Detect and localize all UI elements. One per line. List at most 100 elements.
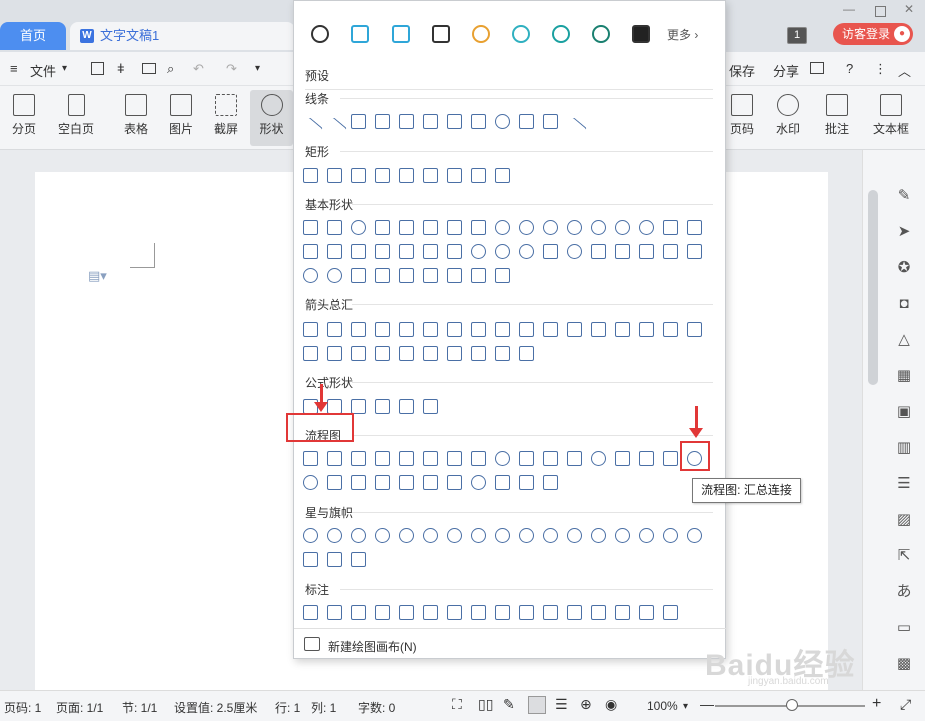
image-icon[interactable]: ▨ (893, 509, 915, 531)
translate-icon[interactable]: あ (893, 581, 915, 603)
shape-item[interactable] (351, 346, 366, 361)
zoom-out-icon[interactable]: — (700, 696, 714, 712)
shape-item[interactable] (447, 475, 462, 490)
shape-item[interactable] (447, 244, 462, 259)
badge-icon[interactable]: ✪ (893, 257, 915, 279)
shape-item[interactable] (375, 399, 390, 414)
shape-item[interactable] (375, 220, 390, 235)
shape-item[interactable] (567, 322, 582, 337)
new-canvas-footer[interactable]: 新建绘图画布(N) (294, 628, 727, 660)
shape-item[interactable] (351, 114, 366, 129)
shape-item[interactable] (591, 451, 606, 466)
shape-item[interactable] (543, 114, 558, 129)
status-col[interactable]: 列: 1 (311, 699, 336, 716)
shape-item[interactable] (471, 605, 486, 620)
shape-item[interactable] (615, 220, 630, 235)
status-words[interactable]: 字数: 0 (358, 699, 395, 716)
shape-item[interactable] (615, 451, 630, 466)
page-break-button[interactable]: 分页 (4, 90, 44, 146)
shape-item[interactable] (351, 322, 366, 337)
shape-item[interactable] (471, 475, 486, 490)
shape-item[interactable] (471, 346, 486, 361)
more-options-icon[interactable]: ⋮ (874, 61, 887, 77)
maximize-icon[interactable] (875, 6, 886, 17)
close-icon[interactable]: ✕ (904, 2, 914, 16)
shape-item[interactable] (639, 528, 654, 543)
shape-item[interactable] (447, 268, 462, 283)
shape-item[interactable] (519, 451, 534, 466)
shape-item[interactable] (399, 475, 414, 490)
shape-item[interactable] (519, 528, 534, 543)
shape-item[interactable] (423, 220, 438, 235)
shape-item[interactable] (375, 605, 390, 620)
shape-item[interactable] (519, 322, 534, 337)
shape-item[interactable] (375, 268, 390, 283)
shape-item[interactable] (375, 322, 390, 337)
print-icon[interactable] (142, 63, 156, 74)
shape-item[interactable] (423, 451, 438, 466)
collapse-ribbon-icon[interactable]: ︿ (898, 61, 911, 80)
shape-item[interactable] (471, 322, 486, 337)
hamburger-icon[interactable]: ≡ (10, 61, 18, 76)
settings-sliders-icon[interactable]: ☰ (893, 473, 915, 495)
shape-item[interactable] (663, 322, 678, 337)
shape-item[interactable] (351, 244, 366, 259)
photo-icon[interactable]: ▩ (893, 653, 915, 675)
read-mode-icon[interactable]: ▯▯ (478, 696, 493, 713)
shape-item[interactable] (303, 475, 318, 490)
shape-item[interactable] (327, 528, 342, 543)
shape-item[interactable] (399, 168, 414, 183)
shape-item[interactable] (519, 244, 534, 259)
shape-item[interactable] (495, 475, 510, 490)
shape-item[interactable] (351, 168, 366, 183)
shape-item[interactable] (543, 605, 558, 620)
shape-item[interactable] (495, 168, 510, 183)
shape-item[interactable] (327, 168, 342, 183)
shape-item[interactable] (375, 168, 390, 183)
shape-item[interactable] (399, 528, 414, 543)
shape-item[interactable] (375, 451, 390, 466)
shape-item[interactable] (495, 114, 510, 129)
shape-item[interactable] (687, 220, 702, 235)
template-icon-4[interactable] (432, 25, 450, 43)
outline-view-icon[interactable]: ☰ (555, 696, 568, 713)
shape-item[interactable] (567, 528, 582, 543)
share-side-icon[interactable]: ⇱ (893, 545, 915, 567)
shapes-icon[interactable]: ◘ (893, 293, 915, 315)
page-view-icon[interactable] (528, 696, 546, 714)
shape-item[interactable] (351, 475, 366, 490)
shape-item[interactable] (591, 528, 606, 543)
web-view-icon[interactable]: ⊕ (580, 696, 592, 713)
undo-icon[interactable]: ↶ (193, 61, 204, 77)
shape-item[interactable] (639, 220, 654, 235)
notification-badge[interactable]: 1 (787, 27, 807, 44)
redo-icon[interactable]: ↷ (226, 61, 237, 77)
shape-item[interactable] (639, 605, 654, 620)
shape-item[interactable] (663, 605, 678, 620)
shape-item[interactable] (543, 475, 558, 490)
shape-item[interactable] (303, 451, 318, 466)
vertical-scrollbar[interactable] (868, 190, 878, 385)
shape-item[interactable] (495, 451, 510, 466)
shape-item[interactable] (663, 220, 678, 235)
shape-item[interactable] (471, 168, 486, 183)
shape-item[interactable] (447, 346, 462, 361)
shape-item[interactable] (351, 268, 366, 283)
template-icon-7[interactable] (552, 25, 570, 43)
shape-item[interactable] (423, 528, 438, 543)
shape-item[interactable] (327, 552, 342, 567)
shape-item[interactable] (303, 552, 318, 567)
shape-item[interactable] (399, 322, 414, 337)
grid-icon[interactable]: ▣ (893, 401, 915, 423)
shape-item[interactable] (591, 244, 606, 259)
template-icon-3[interactable] (392, 25, 410, 43)
table-side-icon[interactable]: ▦ (893, 365, 915, 387)
shape-item[interactable] (423, 605, 438, 620)
shape-item[interactable] (495, 268, 510, 283)
shape-item[interactable] (471, 114, 486, 129)
zoom-chevron-icon[interactable]: ▾ (683, 701, 688, 712)
format-painter-icon[interactable]: ǂ (117, 61, 125, 76)
pen-icon[interactable]: ✎ (893, 185, 915, 207)
shape-item[interactable] (327, 475, 342, 490)
template-icon-1[interactable] (311, 25, 329, 43)
